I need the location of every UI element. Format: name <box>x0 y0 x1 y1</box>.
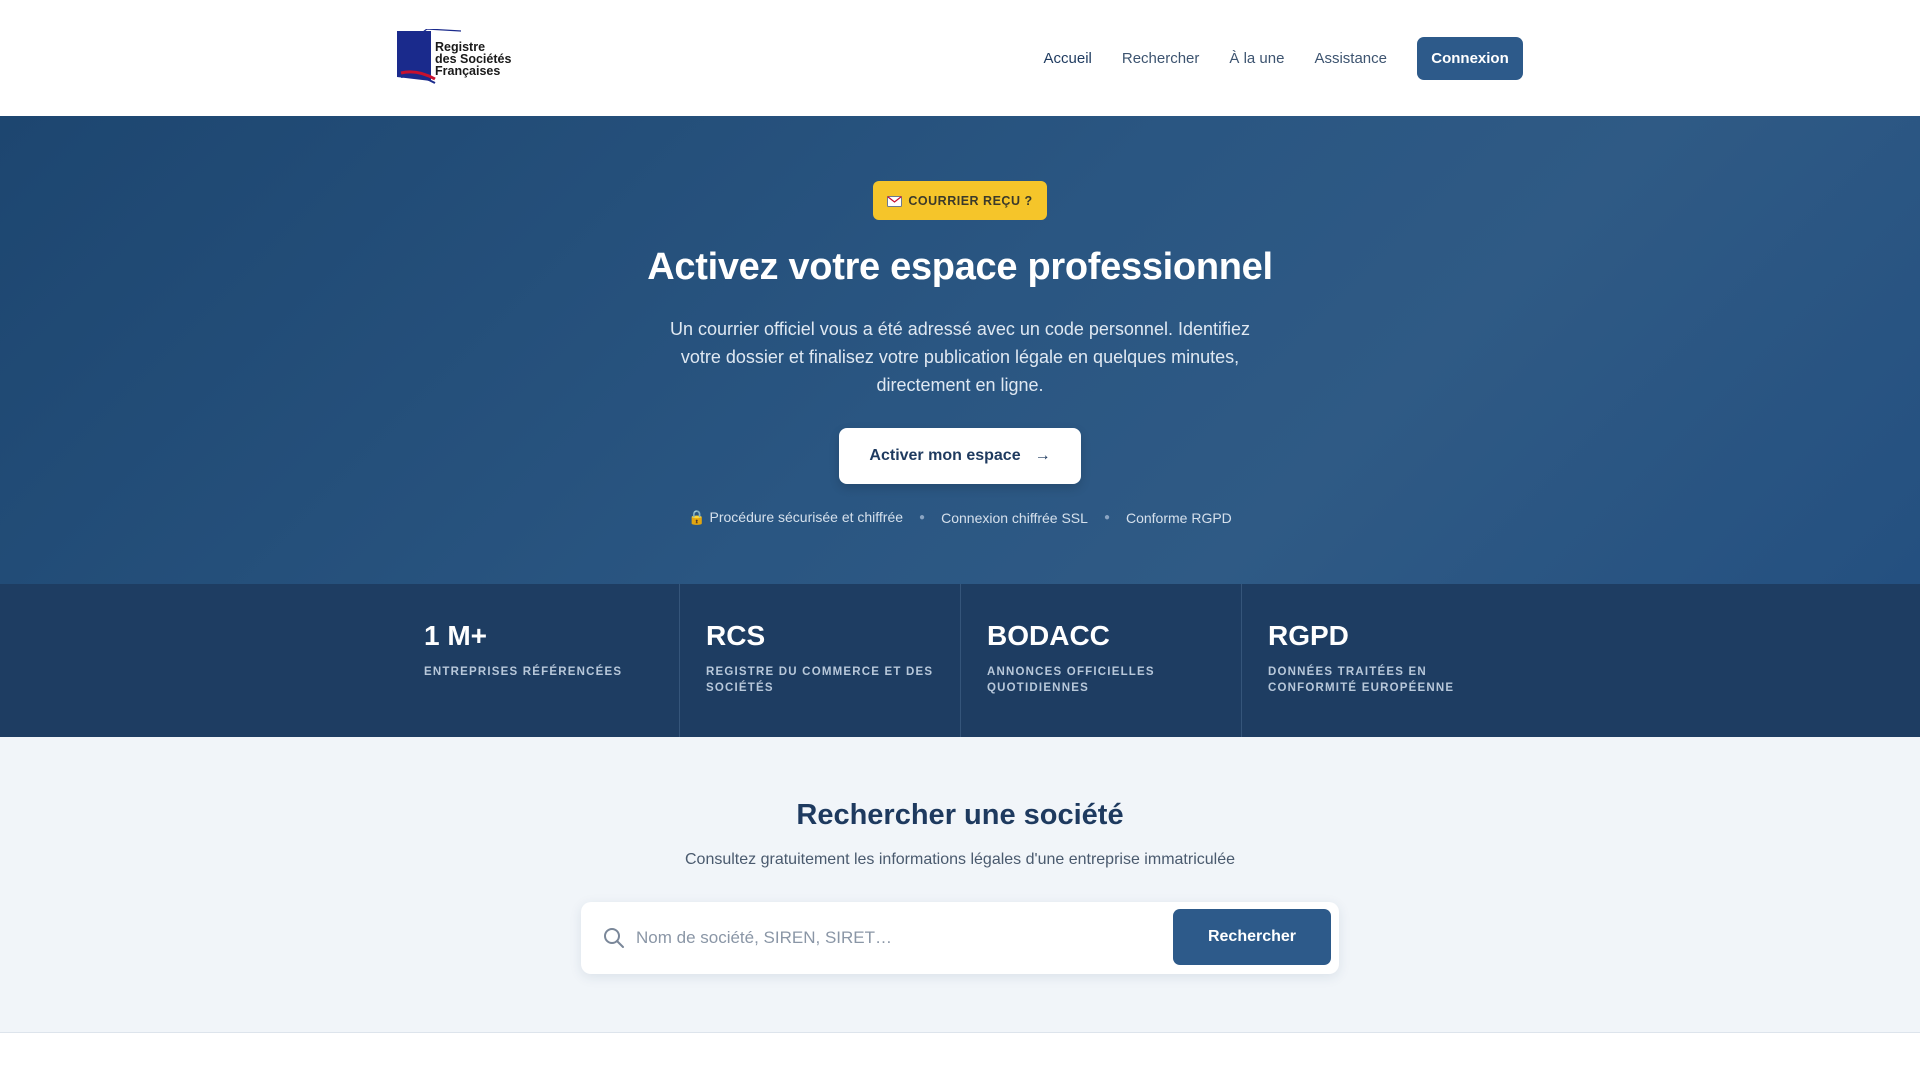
stat-value: RCS <box>706 620 766 651</box>
stat-label: REGISTRE DU COMMERCE ET DES SOCIÉTÉS <box>706 666 934 694</box>
cta-label: Activer mon espace <box>869 447 1021 464</box>
trust-rgpd: Conforme RGPD <box>1125 509 1232 526</box>
search-button[interactable]: Rechercher <box>1173 909 1331 965</box>
activate-space-button[interactable]: Activer mon espace → <box>839 428 1081 484</box>
separator-dot: ● <box>1103 512 1110 523</box>
envelope-icon <box>887 195 903 207</box>
stats-band: 1 M+ ENTREPRISES RÉFÉRENCÉES RCS REGISTR… <box>0 584 1920 737</box>
nav-a-la-une[interactable]: À la une <box>1229 50 1284 67</box>
nav-accueil[interactable]: Accueil <box>1044 50 1092 67</box>
arrow-right-icon: → <box>1034 447 1051 464</box>
stat-rgpd: RGPD DONNÉES TRAITÉES EN CONFORMITÉ EURO… <box>1241 584 1522 737</box>
badge-text: COURRIER REÇU ? <box>908 193 1033 208</box>
login-button[interactable]: Connexion <box>1417 36 1523 80</box>
search-title: Rechercher une société <box>796 799 1124 831</box>
stat-bodacc: BODACC ANNONCES OFFICIELLES QUOTIDIENNES <box>960 584 1241 737</box>
mail-received-badge: COURRIER REÇU ? <box>873 181 1047 220</box>
trust-ssl: Connexion chiffrée SSL <box>941 509 1088 526</box>
search-subtitle: Consultez gratuitement les informations … <box>685 851 1235 868</box>
main-nav: Accueil Rechercher À la une Assistance C… <box>1014 36 1523 80</box>
stat-value: BODACC <box>987 620 1110 651</box>
stat-label: ANNONCES OFFICIELLES QUOTIDIENNES <box>987 666 1155 694</box>
stat-label: ENTREPRISES RÉFÉRENCÉES <box>424 666 623 678</box>
logo-text: Registre des Sociétés Françaises <box>435 40 512 78</box>
company-search-section: Rechercher une société Consultez gratuit… <box>0 737 1920 1033</box>
site-header: Registre des Sociétés Françaises Accueil… <box>0 0 1920 116</box>
hero-section: COURRIER REÇU ? Activez votre espace pro… <box>0 116 1920 584</box>
trust-secure: 🔒 Procédure sécurisée et chiffrée <box>688 509 904 525</box>
search-box: Rechercher <box>581 902 1339 974</box>
trust-indicators: 🔒 Procédure sécurisée et chiffrée ● Conn… <box>0 509 1920 526</box>
search-input[interactable] <box>636 916 1136 960</box>
separator-dot: ● <box>919 512 926 523</box>
stat-rcs: RCS REGISTRE DU COMMERCE ET DES SOCIÉTÉS <box>679 584 960 737</box>
stat-value: 1 M+ <box>424 620 488 651</box>
site-logo[interactable]: Registre des Sociétés Françaises <box>397 28 527 85</box>
search-icon <box>604 928 624 948</box>
stat-label: DONNÉES TRAITÉES EN CONFORMITÉ EUROPÉENN… <box>1268 666 1455 694</box>
hero-title: Activez votre espace professionnel <box>647 246 1273 288</box>
nav-assistance[interactable]: Assistance <box>1314 50 1387 67</box>
nav-rechercher[interactable]: Rechercher <box>1122 50 1200 67</box>
hero-subtitle: Un courrier officiel vous a été adressé … <box>670 319 1250 395</box>
stat-companies: 1 M+ ENTREPRISES RÉFÉRENCÉES <box>398 584 679 737</box>
stat-value: RGPD <box>1268 620 1349 651</box>
